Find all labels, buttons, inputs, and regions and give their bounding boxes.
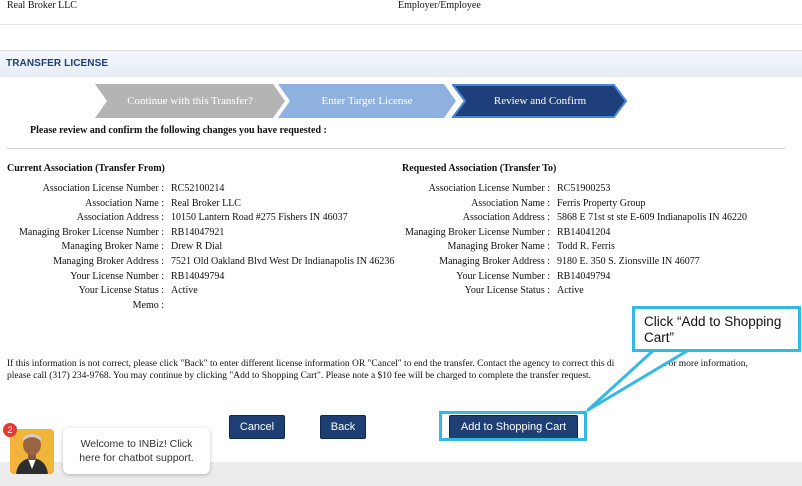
requested-field-label: Association Address : <box>462 212 550 224</box>
previous-row-association-name: Real Broker LLC <box>7 0 77 11</box>
step-label: Continue with this Transfer? <box>127 95 253 107</box>
requested-field-value: 5868 E 71st st ste E-609 Indianapolis IN… <box>557 212 747 224</box>
section-title: TRANSFER LICENSE <box>6 58 109 69</box>
current-field-label: Managing Broker License Number : <box>19 226 164 238</box>
section-header: TRANSFER LICENSE <box>0 50 802 77</box>
previous-row-relationship: Employer/Employee <box>398 0 481 11</box>
current-field-value: RC52100214 <box>171 183 225 194</box>
requested-field-label: Association Name : <box>471 197 550 209</box>
step-label: Enter Target License <box>321 95 413 107</box>
current-field-value: Drew R Dial <box>171 241 223 253</box>
notice-line-2: please call (317) 234-9768. You may cont… <box>7 371 592 381</box>
current-field-label: Your License Number : <box>70 270 164 282</box>
requested-field-value: 9180 E. 350 S. Zionsville IN 46077 <box>557 256 700 267</box>
requested-field-label: Managing Broker License Number : <box>405 226 550 238</box>
callout-pointer-shape <box>586 348 694 412</box>
step-label: Review and Confirm <box>493 95 587 107</box>
current-field-label: Your License Status : <box>78 285 164 297</box>
requested-association-title: Requested Association (Transfer To) <box>402 163 557 174</box>
add-to-cart-highlight <box>439 411 587 441</box>
chatbot-avatar-figure <box>10 429 54 474</box>
requested-field-value: Todd R. Ferris <box>557 241 615 253</box>
requested-field-value: RB14049794 <box>557 270 611 282</box>
requested-field-value: Ferris Property Group <box>557 197 646 209</box>
current-field-value: RB14047921 <box>171 226 225 238</box>
tutorial-callout: Click “Add to Shopping Cart” <box>632 306 801 352</box>
current-field-label: Managing Broker Name : <box>61 241 164 253</box>
requested-field-value: Active <box>557 285 584 297</box>
chat-notification-badge: 2 <box>3 423 17 437</box>
divider <box>7 148 785 149</box>
current-field-value: 10150 Lantern Road #275 Fishers IN 46037 <box>171 212 348 224</box>
review-instructions: Please review and confirm the following … <box>30 125 327 136</box>
current-field-label: Association Name : <box>85 197 164 209</box>
current-field-label: Association License Number : <box>42 183 164 194</box>
requested-field-label: Your License Status : <box>464 285 550 297</box>
requested-field-label: Association License Number : <box>428 183 550 194</box>
notice-line-1: If this information is not correct, plea… <box>7 359 615 369</box>
step-review-confirm: Review and Confirm <box>452 84 628 118</box>
current-field-label: Association Address : <box>76 212 164 224</box>
current-field-value: RB14049794 <box>171 270 225 282</box>
current-field-value: Active <box>171 285 198 297</box>
chatbot-welcome-bubble[interactable]: Welcome to INBiz! Click here for chatbot… <box>63 428 210 474</box>
previous-table-row: Real Broker LLC Employer/Employee <box>0 0 802 25</box>
current-field-value: Real Broker LLC <box>171 197 241 209</box>
requested-field-value: RB14041204 <box>557 226 611 238</box>
cancel-button[interactable]: Cancel <box>229 415 285 439</box>
requested-field-label: Your License Number : <box>456 270 550 282</box>
current-field-label: Memo : <box>132 299 164 311</box>
chatbot-avatar-icon[interactable] <box>10 429 54 474</box>
step-continue-transfer: Continue with this Transfer? <box>95 84 285 118</box>
current-field-label: Managing Broker Address : <box>53 256 164 267</box>
current-association-title: Current Association (Transfer From) <box>7 163 165 174</box>
callout-pointer <box>586 348 696 412</box>
requested-field-label: Managing Broker Address : <box>439 256 550 267</box>
step-enter-target-license: Enter Target License <box>278 84 456 118</box>
requested-field-label: Managing Broker Name : <box>447 241 550 253</box>
requested-field-value: RC51900253 <box>557 183 611 194</box>
back-button[interactable]: Back <box>320 415 366 439</box>
